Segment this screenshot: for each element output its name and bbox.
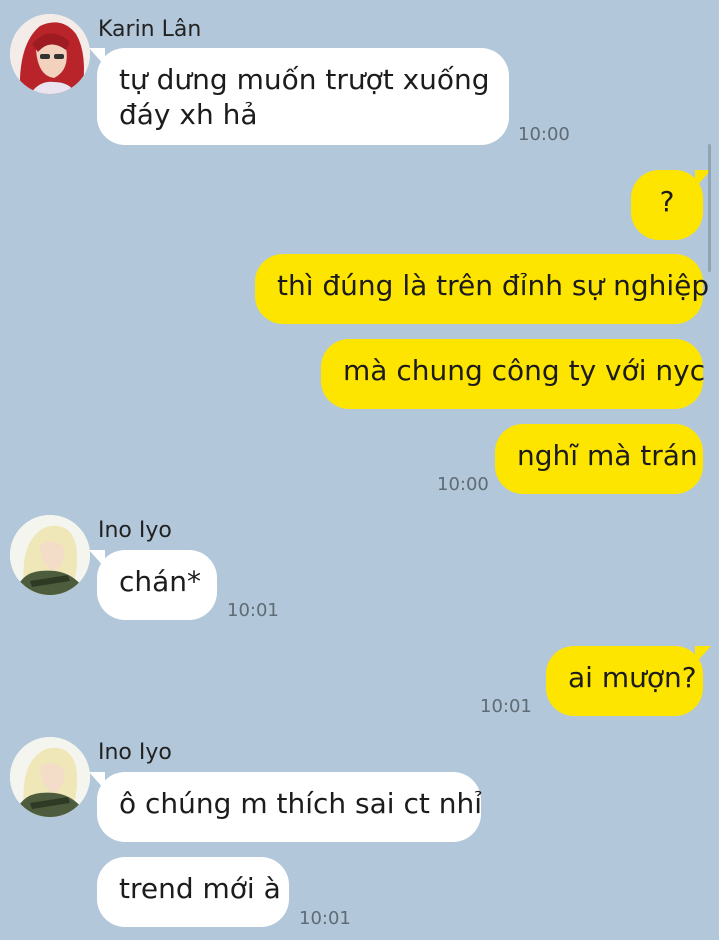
- message-text: mà chung công ty với nyc: [343, 354, 706, 387]
- message-bubble-outgoing[interactable]: ai mượn?: [546, 646, 711, 716]
- avatar-karin[interactable]: [10, 14, 90, 94]
- timestamp: 10:01: [227, 600, 279, 621]
- message-text: nghĩ mà trán: [517, 439, 698, 472]
- chat-room[interactable]: Karin Lân tự dưng muốn trượt xuống đáy x…: [0, 0, 719, 940]
- message-bubble-incoming[interactable]: chán*: [89, 550, 217, 620]
- message-text: ô chúng m thích sai ct nhỉ: [119, 787, 483, 820]
- timestamp: 10:00: [518, 124, 570, 145]
- message-text: ?: [659, 185, 675, 218]
- message-bubble-outgoing[interactable]: thì đúng là trên đỉnh sự nghiệp: [255, 254, 709, 324]
- timestamp: 10:01: [480, 696, 532, 717]
- message-bubble-outgoing[interactable]: mà chung công ty với nyc: [321, 339, 706, 409]
- timestamp: 10:00: [437, 474, 489, 495]
- message-bubble-incoming[interactable]: tự dưng muốn trượt xuống đáy xh hả: [89, 48, 509, 145]
- avatar-ino[interactable]: [10, 515, 90, 595]
- blonde-avatar-icon: [10, 515, 90, 595]
- blonde-avatar-icon: [10, 737, 90, 817]
- message-text: ai mượn?: [568, 661, 697, 694]
- message-bubble-outgoing[interactable]: nghĩ mà trán: [495, 424, 703, 494]
- sender-name: Karin Lân: [98, 17, 202, 42]
- message-bubble-incoming[interactable]: trend mới à: [97, 857, 289, 927]
- sender-name: Ino Iyo: [98, 740, 172, 765]
- timestamp: 10:01: [299, 908, 351, 929]
- message-text: trend mới à: [119, 872, 281, 905]
- message-text: chán*: [119, 565, 202, 598]
- avatar-ino[interactable]: [10, 737, 90, 817]
- red-haired-avatar-icon: [10, 14, 90, 94]
- message-bubble-outgoing[interactable]: ?: [631, 170, 711, 240]
- message-text: đáy xh hả: [119, 98, 258, 131]
- sender-name: Ino Iyo: [98, 518, 172, 543]
- message-text: thì đúng là trên đỉnh sự nghiệp: [277, 269, 710, 302]
- message-text: tự dưng muốn trượt xuống: [119, 63, 490, 96]
- scrollbar[interactable]: [708, 144, 711, 272]
- message-bubble-incoming[interactable]: ô chúng m thích sai ct nhỉ: [89, 772, 483, 842]
